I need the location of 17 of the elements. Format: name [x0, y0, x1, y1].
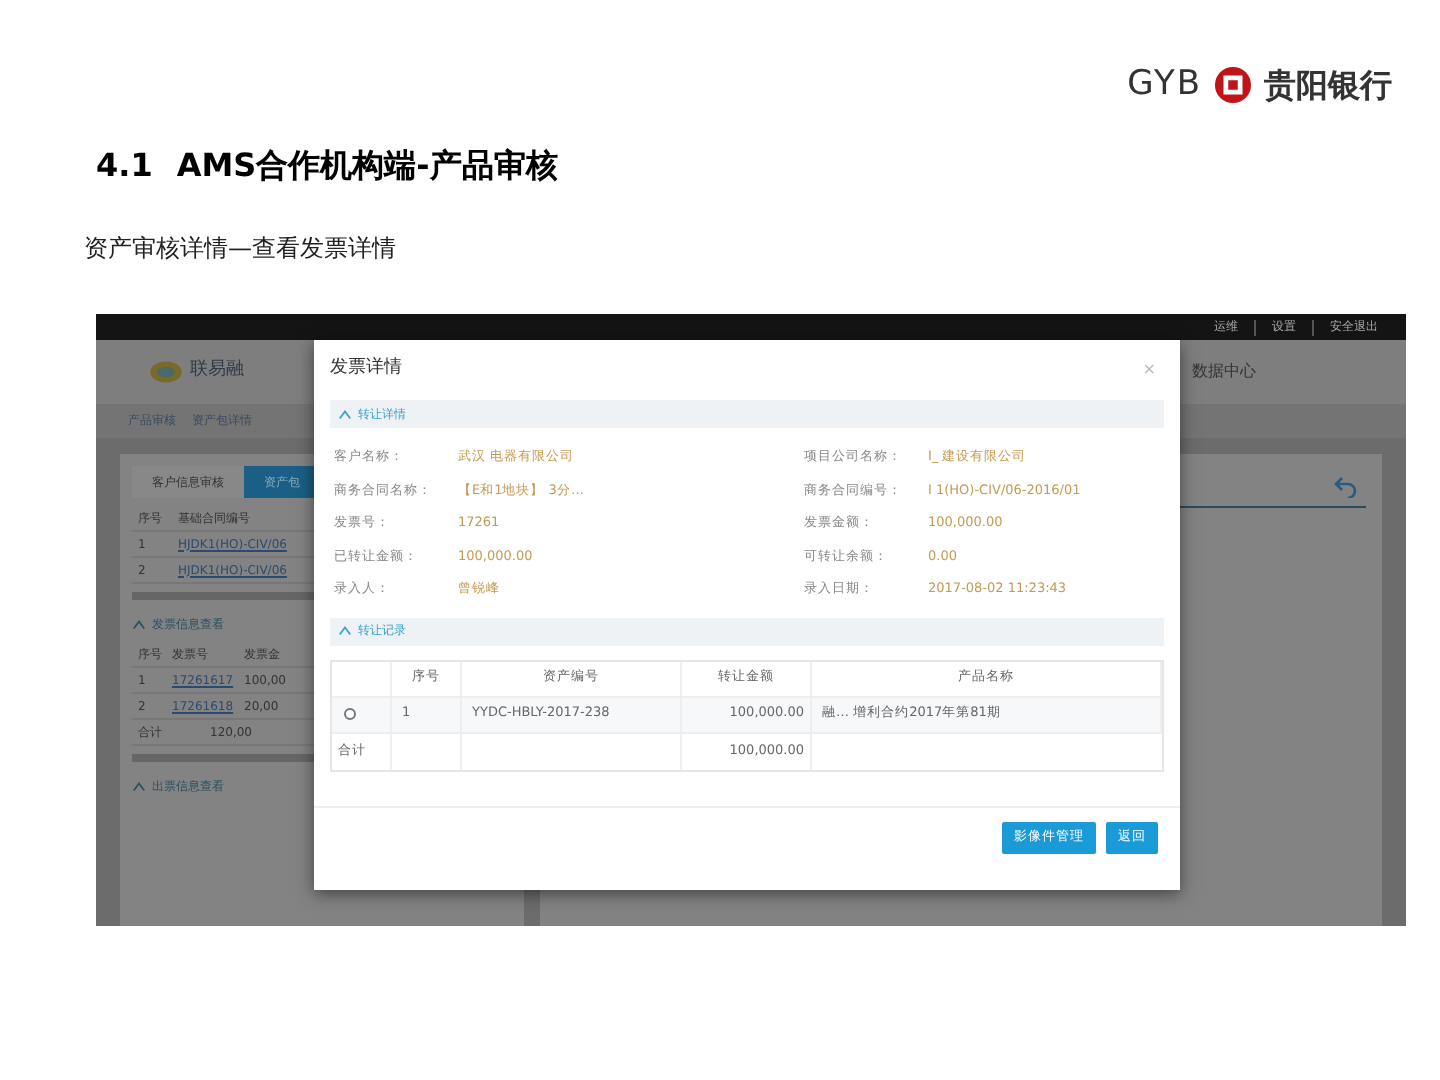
- dialog-title: 发票详情: [330, 356, 402, 383]
- section-number: 4.1: [96, 144, 153, 188]
- chevron-up-icon[interactable]: [338, 624, 352, 638]
- close-button[interactable]: ×: [1142, 358, 1156, 382]
- slide-title: AMS合作机构端-产品审核: [176, 144, 558, 188]
- app-logo-icon: [148, 358, 184, 386]
- chevron-up-icon[interactable]: [132, 780, 146, 794]
- nav-item[interactable]: 数据中心: [1192, 360, 1256, 384]
- chevron-up-icon[interactable]: [132, 618, 146, 632]
- undo-icon[interactable]: [1334, 474, 1358, 498]
- radio-button[interactable]: [344, 708, 356, 720]
- brand-letters: GYB: [1127, 61, 1202, 108]
- logo-icon: [1214, 66, 1252, 104]
- chevron-up-icon[interactable]: [338, 407, 352, 421]
- brand-name: 贵阳银行: [1264, 63, 1392, 107]
- slide-subtitle: 资产审核详情—查看发票详情: [82, 232, 398, 266]
- app-logo-name: 联易融: [190, 358, 244, 385]
